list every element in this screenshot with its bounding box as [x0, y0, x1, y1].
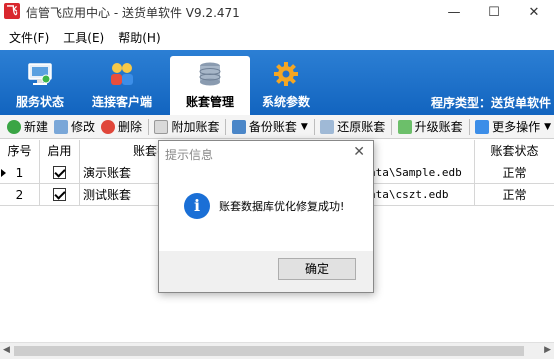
- tab-account-management[interactable]: 账套管理: [170, 56, 250, 115]
- enabled-checkbox[interactable]: [53, 166, 66, 179]
- document-icon: [154, 119, 169, 134]
- scrollbar-thumb[interactable]: [14, 346, 524, 356]
- info-icon: i: [184, 193, 210, 219]
- app-logo-icon: 飞: [4, 3, 20, 19]
- gear-icon: [274, 62, 298, 86]
- dialog-title: 提示信息: [165, 148, 214, 162]
- toolbar: 新建 修改 删除 附加账套 备份账套 ▼ 还原账套 升级账套 更多操作 ▼: [0, 115, 554, 139]
- menu-bar: 文件(F) 工具(E) 帮助(H): [0, 26, 554, 48]
- header-index: 序号: [0, 140, 40, 162]
- dialog-message: 账套数据库优化修复成功!: [219, 200, 345, 213]
- enabled-checkbox-cell: [40, 162, 80, 184]
- enabled-checkbox-cell: [40, 184, 80, 206]
- delete-icon: [101, 119, 116, 134]
- menu-help[interactable]: 帮助(H): [113, 29, 165, 46]
- tab-label: 服务状态: [15, 95, 64, 109]
- enabled-checkbox[interactable]: [53, 188, 66, 201]
- scroll-left-icon[interactable]: ◀: [3, 345, 10, 355]
- new-button[interactable]: 新建: [4, 117, 51, 137]
- edit-button[interactable]: 修改: [51, 117, 98, 137]
- scroll-right-icon[interactable]: ▶: [544, 345, 551, 355]
- delete-label: 删除: [118, 120, 143, 134]
- menu-file[interactable]: 文件(F): [4, 29, 54, 46]
- horizontal-scrollbar[interactable]: ◀ ▶: [0, 342, 554, 359]
- backup-icon: [231, 119, 246, 134]
- chevron-down-icon: ▼: [544, 121, 551, 132]
- window-title: 信管飞应用中心 - 送货单软件 V9.2.471: [26, 6, 240, 20]
- plus-icon: [7, 119, 21, 134]
- dialog-body: i 账套数据库优化修复成功!: [159, 165, 373, 251]
- pencil-icon: [54, 119, 69, 134]
- header-enabled: 启用: [40, 140, 80, 162]
- backup-account-button[interactable]: 备份账套 ▼: [229, 117, 311, 137]
- double-chevron-icon: [475, 119, 490, 134]
- attach-label: 附加账套: [171, 120, 220, 134]
- tab-system-params[interactable]: 系统参数: [246, 56, 326, 115]
- close-button[interactable]: ✕: [514, 0, 554, 24]
- tab-service-status[interactable]: 服务状态: [0, 56, 80, 115]
- restore-icon: [320, 119, 335, 134]
- delete-button[interactable]: 删除: [98, 117, 145, 137]
- row-index: 1: [0, 162, 40, 184]
- backup-label: 备份账套: [248, 120, 297, 134]
- database-icon: [199, 62, 221, 86]
- tab-label: 连接客户端: [91, 95, 152, 109]
- maximize-button[interactable]: ☐: [474, 0, 514, 24]
- edit-label: 修改: [71, 120, 96, 134]
- restore-account-button[interactable]: 还原账套: [317, 117, 388, 137]
- upgrade-account-button[interactable]: 升级账套: [395, 117, 466, 137]
- restore-label: 还原账套: [337, 120, 386, 134]
- tab-label: 系统参数: [261, 95, 310, 109]
- dialog-title-bar: 提示信息 ✕: [159, 141, 373, 165]
- close-icon[interactable]: ✕: [353, 144, 365, 160]
- menu-tools[interactable]: 工具(E): [58, 29, 109, 46]
- upgrade-icon: [397, 119, 412, 134]
- minimize-button[interactable]: —: [434, 0, 474, 24]
- ribbon-bar: 服务状态 连接客户端 账套管理 系统参数 程序类型：送货单软件: [0, 50, 554, 115]
- info-dialog: 提示信息 ✕ i 账套数据库优化修复成功! 确定: [158, 140, 374, 293]
- tab-label: 账套管理: [185, 95, 234, 109]
- program-type-label: 程序类型：送货单软件: [430, 96, 551, 110]
- monitor-icon: [28, 63, 52, 85]
- tab-connected-clients[interactable]: 连接客户端: [82, 56, 162, 115]
- more-actions-button[interactable]: 更多操作 ▼: [472, 117, 554, 137]
- row-status: 正常: [502, 166, 527, 180]
- ok-button[interactable]: 确定: [278, 258, 356, 280]
- more-label: 更多操作: [492, 120, 541, 134]
- title-bar: 飞 信管飞应用中心 - 送货单软件 V9.2.471 — ☐ ✕: [0, 0, 554, 24]
- new-label: 新建: [24, 120, 49, 134]
- row-status: 正常: [502, 188, 527, 202]
- upgrade-label: 升级账套: [414, 120, 463, 134]
- attach-account-button[interactable]: 附加账套: [151, 117, 222, 137]
- row-index: 2: [0, 184, 40, 206]
- users-icon: [111, 63, 133, 85]
- chevron-down-icon: ▼: [300, 121, 308, 132]
- header-status: 账套状态: [475, 140, 554, 162]
